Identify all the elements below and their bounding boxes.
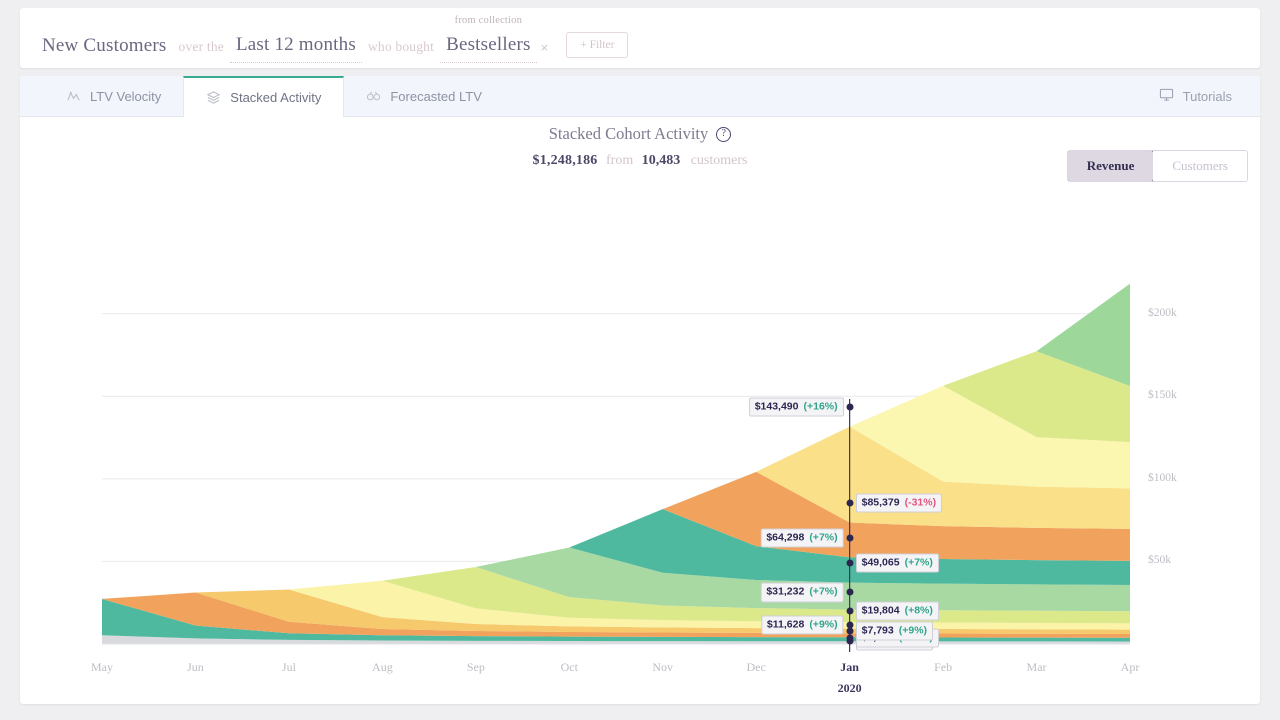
tutorials-label: Tutorials <box>1182 88 1232 104</box>
metric-toggle: Revenue Customers <box>1066 150 1248 182</box>
data-point-value: $85,379 <box>861 496 900 509</box>
tab-forecasted-ltv-label: Forecasted LTV <box>390 88 482 104</box>
tab-bar: LTV Velocity Stacked Activity Forecasted… <box>20 76 1260 117</box>
x-axis-tick: Aug <box>372 660 393 674</box>
data-point-value: $7,793 <box>861 624 894 637</box>
data-point-dot <box>846 627 854 635</box>
velocity-icon <box>66 89 81 104</box>
tab-stacked-activity[interactable]: Stacked Activity <box>183 76 345 117</box>
data-point-change: (-31%) <box>904 496 937 509</box>
data-point-label: $19,804 (+8%) <box>855 601 939 621</box>
data-point-change: (+7%) <box>809 585 838 598</box>
x-axis-tick: Apr <box>1120 660 1140 674</box>
y-axis-tick: $100k <box>1148 471 1177 484</box>
data-point-change: (+8%) <box>904 604 933 617</box>
data-point-label: $49,065 (+7%) <box>855 553 939 573</box>
toggle-option-customers[interactable]: Customers <box>1153 151 1247 181</box>
stacked-area-chart: $50k $100k $150k $200k May Jun Jul Aug Sep Oct No… <box>80 196 1260 704</box>
tab-stacked-activity-label: Stacked Activity <box>230 90 322 105</box>
chart-canvas <box>102 283 1130 652</box>
data-point-dot <box>846 634 854 642</box>
x-axis-tick: Jul <box>281 660 296 674</box>
x-axis-tick: May <box>91 660 113 674</box>
query-filter-bar: New Customers over the Last 12 months wh… <box>20 8 1260 68</box>
data-point-change: (+16%) <box>803 400 838 413</box>
summary-unit: customers <box>690 153 748 168</box>
y-axis-tick: $50k <box>1148 554 1171 567</box>
x-axis-tick: Jan 2020 <box>837 660 862 695</box>
data-point-change: (+9%) <box>898 624 928 637</box>
monitor-icon <box>1159 87 1174 105</box>
query-collection-value: Bestsellers <box>446 34 531 55</box>
summary-amount: $1,248,186 <box>532 153 598 168</box>
tutorials-button[interactable]: Tutorials <box>1137 76 1260 116</box>
x-axis-year: 2020 <box>837 681 862 695</box>
summary-from: from <box>606 153 634 168</box>
data-point-change: (+7%) <box>904 556 933 569</box>
data-point-change: (+7%) <box>809 531 838 544</box>
x-axis-tick: Nov <box>652 660 674 674</box>
query-connector-1: over the <box>178 39 224 54</box>
data-point-value: $11,628 <box>766 618 805 631</box>
data-point-dot <box>846 559 854 567</box>
y-axis-tick: $150k <box>1148 389 1177 402</box>
x-axis-tick: Feb <box>934 660 953 674</box>
query-collection-supertext: from collection <box>454 15 523 26</box>
data-point-dot <box>846 499 854 507</box>
query-collection[interactable]: from collection Bestsellers <box>440 15 537 63</box>
data-point-label: $85,379 (-31%) <box>855 493 943 513</box>
data-point-dot <box>846 621 854 629</box>
tab-forecasted-ltv[interactable]: Forecasted LTV <box>344 76 504 116</box>
x-axis-tick: Oct <box>560 660 578 674</box>
x-axis-tick: Sep <box>466 660 485 674</box>
data-point-label: $143,490 (+16%) <box>748 397 844 417</box>
add-filter-button[interactable]: + Filter <box>566 32 629 58</box>
data-point-dot <box>846 607 854 615</box>
query-period[interactable]: Last 12 months <box>229 34 362 63</box>
data-point-dot <box>846 534 854 542</box>
remove-filter-icon[interactable]: × <box>537 40 555 68</box>
x-axis-tick: Jun <box>187 660 204 674</box>
tab-ltv-velocity-label: LTV Velocity <box>90 88 162 104</box>
data-point-label: $7,793 (+9%) <box>855 621 934 641</box>
y-axis-tick: $200k <box>1148 306 1177 319</box>
binoculars-icon <box>366 89 381 104</box>
data-point-label: $11,628 (+9%) <box>760 615 844 635</box>
chart-card: LTV Velocity Stacked Activity Forecasted… <box>20 76 1260 704</box>
data-point-value: $143,490 <box>754 400 799 413</box>
data-point-value: $64,298 <box>766 531 805 544</box>
data-point-dot <box>846 588 854 596</box>
data-point-change: (+9%) <box>809 618 838 631</box>
query-connector-2: who bought <box>367 39 435 54</box>
data-point-value: $49,065 <box>861 556 900 569</box>
x-axis-tick: Dec <box>746 660 766 674</box>
help-icon[interactable]: ? <box>716 126 732 142</box>
toggle-option-revenue[interactable]: Revenue <box>1067 151 1155 181</box>
data-point-value: $31,232 <box>766 585 805 598</box>
data-point-label: $31,232 (+7%) <box>760 582 844 602</box>
chart-title-row: Stacked Cohort Activity ? <box>20 124 1260 144</box>
data-point-value: $19,804 <box>861 604 900 617</box>
x-axis-tick: Mar <box>1026 660 1047 674</box>
page-title: Stacked Cohort Activity <box>548 124 709 143</box>
summary-count: 10,483 <box>641 153 681 168</box>
query-subject[interactable]: New Customers <box>36 35 173 68</box>
data-point-label: $64,298 (+7%) <box>760 528 844 548</box>
data-point-dot <box>846 403 854 411</box>
layers-icon <box>206 90 221 105</box>
tab-ltv-velocity[interactable]: LTV Velocity <box>44 76 183 116</box>
